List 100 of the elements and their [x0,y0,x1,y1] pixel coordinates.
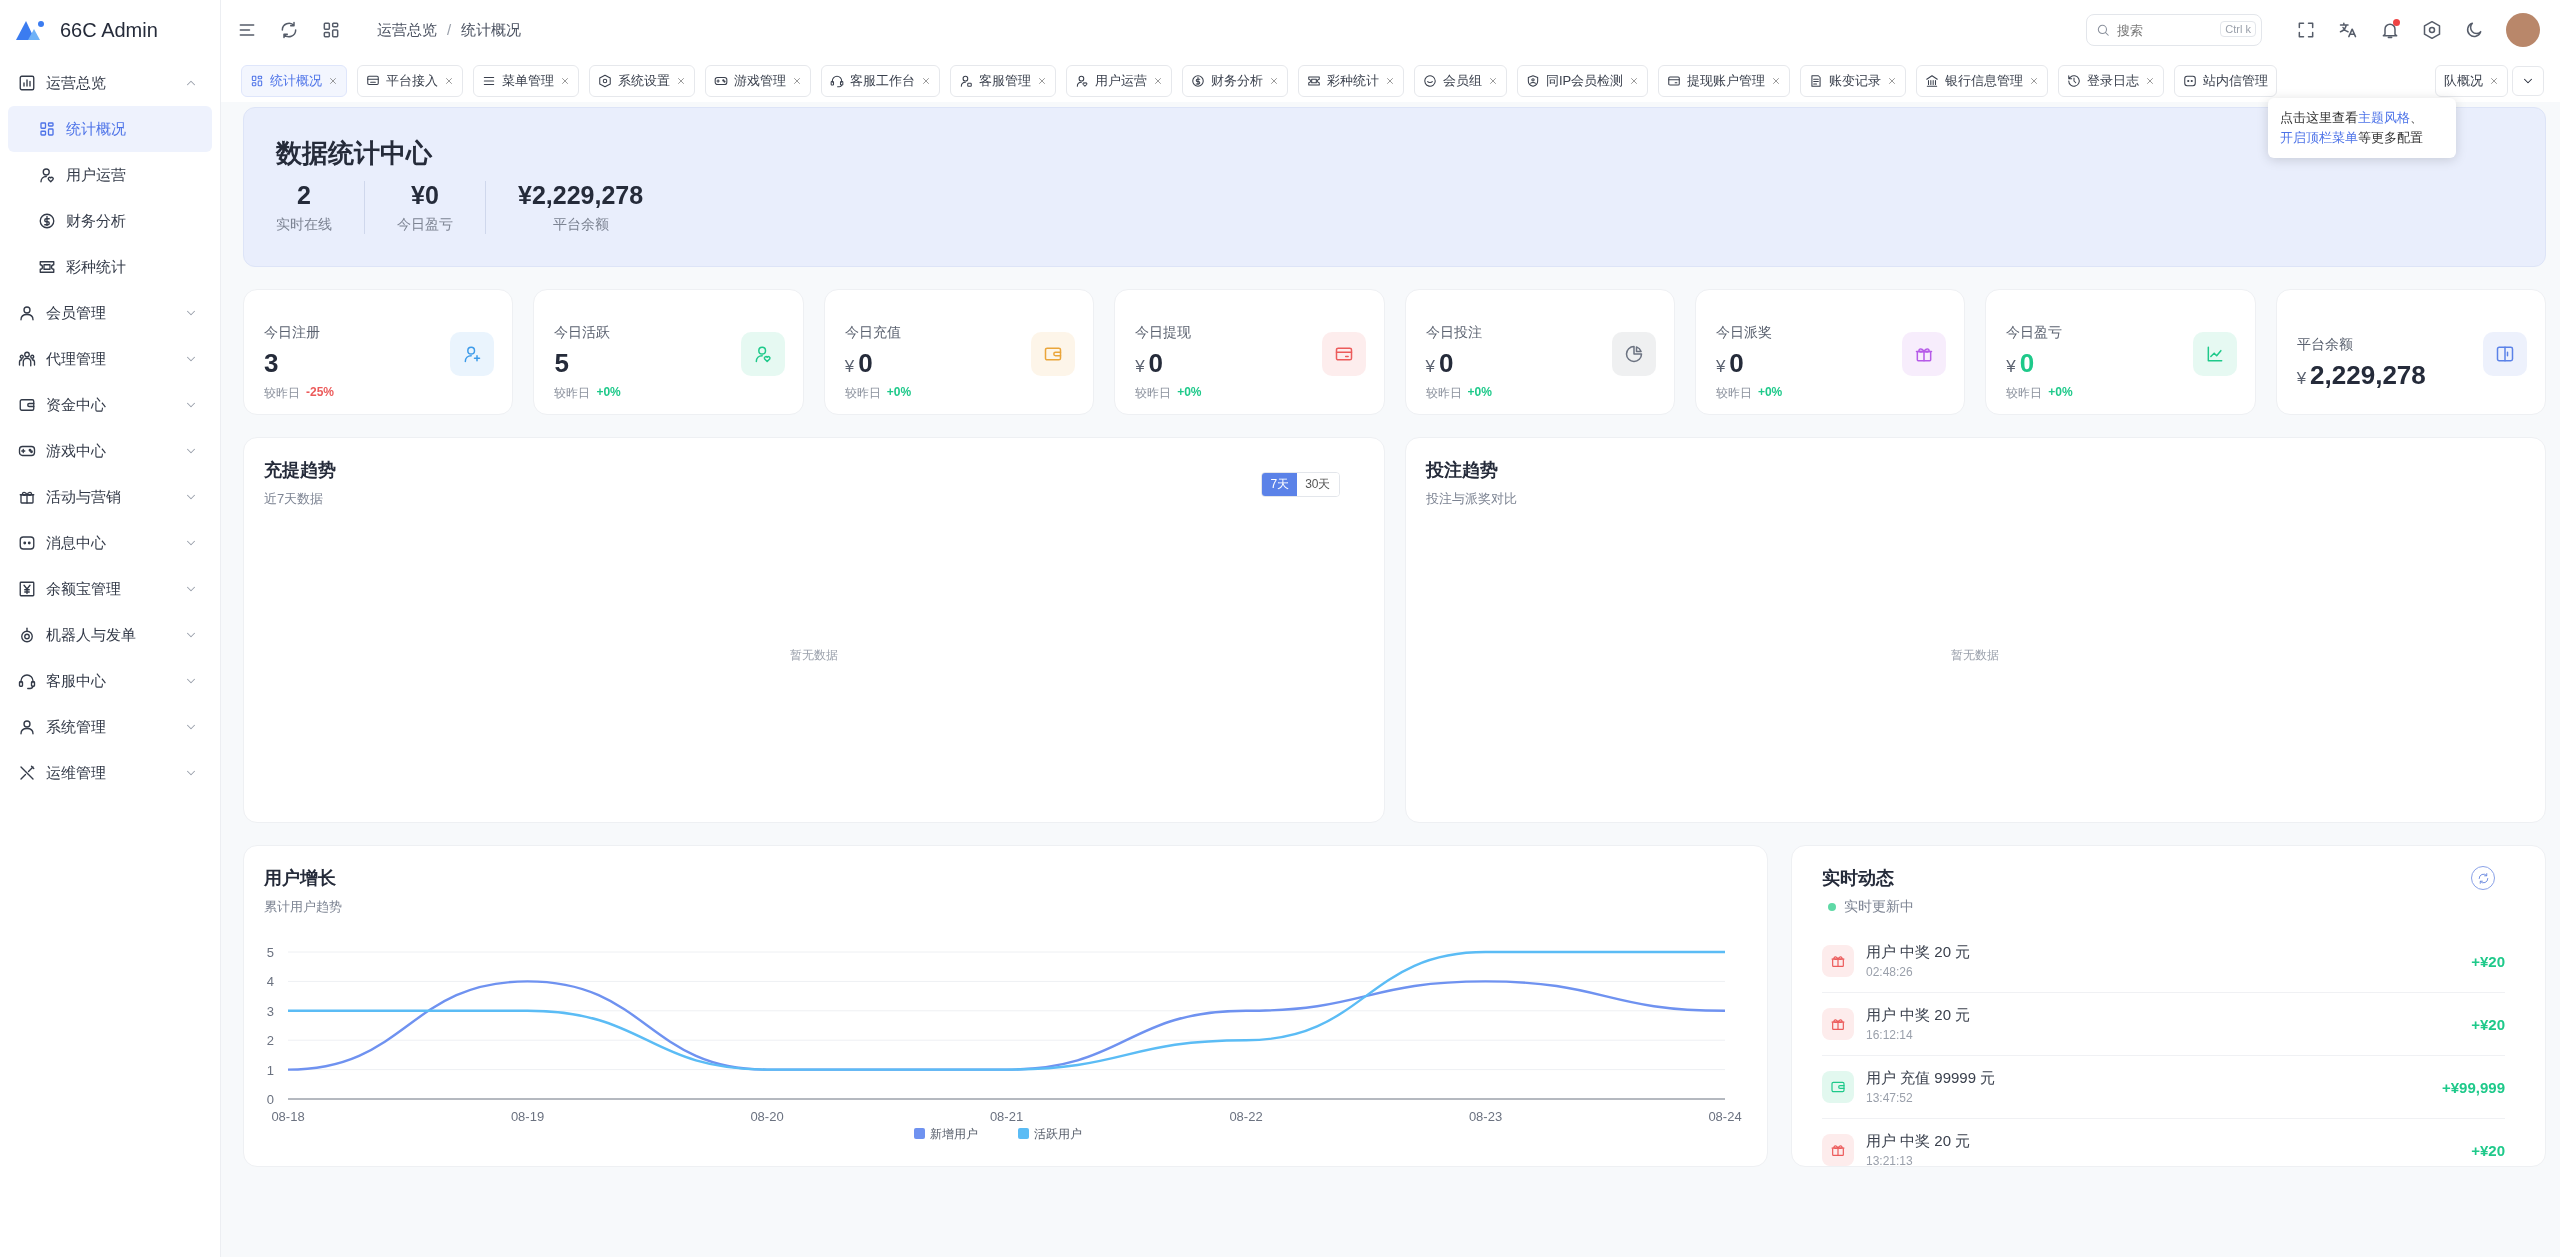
close-icon[interactable] [2145,76,2156,86]
close-icon[interactable] [921,76,931,86]
breadcrumb-item[interactable]: 运营总览 [377,20,437,40]
close-icon[interactable] [560,76,570,86]
status-dot [1828,903,1836,911]
close-icon[interactable] [792,76,802,86]
nav-item[interactable]: 余额宝管理 [8,566,212,612]
nav-item[interactable]: 机器人与发单 [8,612,212,658]
tab[interactable]: 用户运营 [1066,65,1172,97]
nav-item[interactable]: 活动与营销 [8,474,212,520]
grid-icon [250,74,264,88]
grid-icon[interactable] [321,20,341,40]
change-value: +0% [886,385,912,401]
nav-label: 彩种统计 [66,257,127,277]
fullscreen-icon[interactable] [2296,20,2316,40]
gift-icon [1830,1142,1846,1158]
tab[interactable]: 财务分析 [1182,65,1288,97]
card-label: 今日充值 [844,324,902,342]
tab[interactable]: 统计概况 [241,65,347,97]
settings-link[interactable]: 主题风格 [2358,110,2410,125]
compare-label: 较昨日 [1135,385,1172,402]
nav-item[interactable]: 会员管理 [8,290,212,336]
settings-icon[interactable] [2422,20,2442,40]
tab[interactable]: 账变记录 [1800,65,1907,97]
nav-item[interactable]: 运营总览 [8,60,212,106]
tab[interactable]: 银行信息管理 [1916,65,2049,97]
avatar[interactable] [2506,13,2540,47]
close-icon[interactable] [1037,76,1047,86]
card-value: 0 [1729,348,1744,379]
nav-label: 资金中心 [46,395,107,415]
refresh-button[interactable] [2471,866,2495,890]
bank-icon [1925,74,1940,88]
compare-label: 较昨日 [2006,385,2043,402]
tab[interactable]: 系统设置 [589,65,695,97]
activity-amount: +¥20 [2471,952,2505,970]
nav-item[interactable]: 统计概况 [8,106,212,152]
search-icon [2096,23,2110,37]
refresh-icon[interactable] [279,20,299,40]
card-label: 平台余额 [2296,335,2354,354]
nav-item[interactable]: 代理管理 [8,336,212,382]
close-icon[interactable] [328,76,338,86]
tab[interactable]: 会员组 [1414,65,1507,97]
axis-label: 08-22 [1229,1109,1263,1124]
tab[interactable]: 客服管理 [950,65,1056,97]
tab[interactable]: 彩种统计 [1298,65,1404,97]
card-value: 5 [554,348,569,379]
axis-label: 2 [266,1033,274,1049]
close-icon[interactable] [676,76,686,86]
settings-link[interactable]: 开启顶栏菜单 [2280,130,2358,145]
close-icon[interactable] [1887,76,1898,86]
tab[interactable]: 客服工作台 [821,65,940,97]
translate-icon[interactable] [2338,20,2358,40]
tab[interactable]: 提现账户管理 [1658,65,1791,97]
nav-item[interactable]: 彩种统计 [8,244,212,290]
tab[interactable]: 登录日志 [2058,65,2165,97]
axis-label: 08-21 [989,1109,1024,1124]
card-label: 今日提现 [1135,324,1193,342]
nav-item[interactable]: 财务分析 [8,198,212,244]
tab[interactable]: 同IP会员检测 [1517,65,1649,97]
nav-item[interactable]: 运维管理 [8,750,212,796]
close-icon[interactable] [1771,76,1782,86]
close-icon[interactable] [1385,76,1395,86]
moon-icon[interactable] [2464,20,2484,40]
tab[interactable]: 平台接入 [357,65,463,97]
card-value: 0 [1438,348,1454,379]
legend-label[interactable]: 活跃用户 [1034,1127,1082,1141]
empty-message: 暂无数据 [789,646,838,664]
nav-item[interactable]: 游戏中心 [8,428,212,474]
nav-item[interactable]: 客服中心 [8,658,212,704]
close-icon[interactable] [1269,76,1279,86]
close-icon[interactable] [2489,76,2499,86]
tab[interactable]: 菜单管理 [473,65,579,97]
card-value: 3 [264,348,279,379]
tab[interactable]: 队概况 [2435,65,2508,97]
stat-value: ¥2,229,278 [518,181,644,210]
tab[interactable]: 站内信管理 [2174,65,2278,97]
currency-sign: ¥ [1425,357,1435,377]
activity-time: 13:21:13 [1866,1154,1914,1166]
currency-sign: ¥ [844,357,855,377]
brand-name: 66C Admin [60,18,158,42]
tab[interactable]: 游戏管理 [705,65,811,97]
close-icon[interactable] [444,76,454,86]
currency-sign: ¥ [2006,357,2016,377]
nav-label: 用户运营 [66,165,127,185]
close-icon[interactable] [1153,76,1163,86]
close-icon[interactable] [1629,76,1640,86]
breadcrumb-item[interactable]: 统计概况 [461,20,522,40]
nav-item[interactable]: 系统管理 [8,704,212,750]
card-label: 今日投注 [1425,324,1483,342]
close-icon[interactable] [1488,76,1498,86]
activity-amount: +¥20 [2471,1141,2505,1159]
close-icon[interactable] [2029,76,2040,86]
card-label: 今日注册 [264,324,321,342]
nav-item[interactable]: 消息中心 [8,520,212,566]
legend-label[interactable]: 新增用户 [930,1127,978,1141]
axis-label: 0 [266,1092,274,1107]
breadcrumb-separator: / [447,20,452,40]
nav-item[interactable]: 用户运营 [8,152,212,198]
range-toggle[interactable]: 7天 [1262,473,1298,496]
nav-item[interactable]: 资金中心 [8,382,212,428]
